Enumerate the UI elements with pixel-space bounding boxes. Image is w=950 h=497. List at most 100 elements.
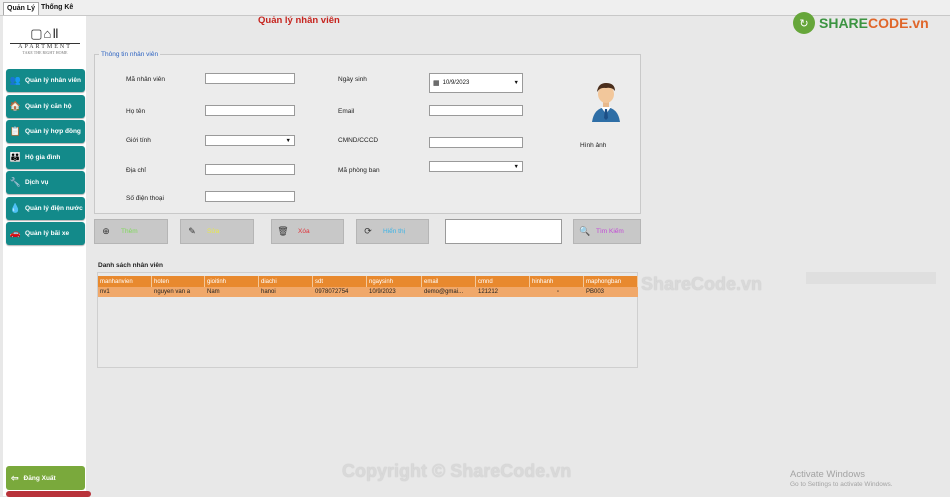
email-input[interactable] (429, 105, 523, 116)
sidebar-item-hop-dong[interactable]: 📋 Quản lý hợp đồng (6, 120, 85, 143)
date-value: 10/9/2023 (442, 80, 470, 86)
sidebar-item-label: Dịch vụ (25, 179, 49, 186)
sidebar-item-label: Quản lý căn hộ (25, 103, 72, 110)
sidebar-item-label: Quản lý bãi xe (25, 230, 70, 237)
label-hinh-anh: Hình ảnh (580, 142, 607, 149)
hien-thi-label: Hiển thị (383, 228, 406, 235)
sidebar-item-dien-nuoc[interactable]: 💧 Quản lý điện nước (6, 197, 85, 220)
house-icon: 🏠 (9, 101, 22, 111)
faded-element (806, 272, 936, 284)
them-label: Thêm (121, 228, 138, 235)
sidebar-item-label: Hộ gia đình (25, 154, 61, 161)
secondary-button-edge[interactable] (6, 491, 91, 497)
tab-thong-ke[interactable]: Thống Kê (38, 2, 76, 15)
column-header[interactable]: maphongban (584, 276, 638, 287)
copyright-watermark: Copyright © ShareCode.vn (342, 461, 572, 481)
service-icon: 🔧 (9, 177, 22, 187)
edit-icon: ✎ (188, 226, 196, 236)
ma-nhan-vien-input[interactable] (205, 73, 295, 84)
ngay-sinh-datepicker[interactable]: ▦ 10/9/2023 ▼ (429, 73, 523, 93)
chevron-down-icon: ▼ (513, 80, 519, 86)
column-header[interactable]: ngaysinh (367, 276, 422, 287)
column-header[interactable]: email (422, 276, 476, 287)
sidebar-item-ho-gia-dinh[interactable]: 👪 Hộ gia đình (6, 146, 85, 169)
cmnd-input[interactable] (429, 137, 523, 148)
table-cell[interactable]: PB003 (584, 287, 638, 297)
column-header[interactable]: diachi (259, 276, 313, 287)
table-cell[interactable]: nguyen van a (152, 287, 205, 297)
sidebar-item-bai-xe[interactable]: 🚗 Quản lý bãi xe (6, 222, 85, 245)
ho-ten-input[interactable] (205, 105, 295, 116)
sidebar-item-label: Quản lý hợp đồng (25, 128, 81, 135)
logo-sub: TAKE THE RIGHT HOME (22, 50, 68, 55)
dia-chi-input[interactable] (205, 164, 295, 175)
logo-mark: ▢⌂Ⅱ (30, 26, 60, 41)
table-cell[interactable]: 121212 (476, 287, 530, 297)
watermark-text: ShareCode.vn (641, 274, 763, 294)
label-ma-nhan-vien: Mã nhân viên (126, 76, 166, 83)
sidebar-item-dich-vu[interactable]: 🔧 Dịch vụ (6, 171, 85, 194)
label-ngay-sinh: Ngày sinh (338, 76, 367, 83)
trash-icon: 🗑 (277, 226, 289, 236)
sua-button[interactable]: ✎ Sửa (180, 219, 254, 244)
column-header[interactable]: cmnd (476, 276, 530, 287)
column-header[interactable]: hinhanh (530, 276, 584, 287)
ma-phong-ban-select[interactable]: ▼ (429, 161, 523, 172)
tim-kiem-button[interactable]: 🔍 Tìm Kiếm (573, 219, 641, 244)
family-icon: 👪 (9, 152, 22, 162)
activate-windows-title: Activate Windows (790, 469, 865, 480)
table-cell[interactable]: 0978072754 (313, 287, 367, 297)
refresh-icon: ⟳ (364, 226, 372, 236)
table-cell[interactable]: hanoi (259, 287, 313, 297)
so-dien-thoai-input[interactable] (205, 191, 295, 202)
table-cell[interactable]: 10/9/2023 (367, 287, 422, 297)
brand-part-a: SHARE (819, 15, 869, 31)
contract-icon: 📋 (9, 126, 22, 136)
tab-quan-ly[interactable]: Quản Lý (3, 2, 40, 15)
tim-kiem-label: Tìm Kiếm (596, 228, 624, 235)
label-so-dien-thoai: Số điện thoại (126, 195, 164, 202)
group-title: Thông tin nhân viên (99, 51, 161, 58)
label-ho-ten: Họ tên (126, 108, 146, 115)
column-header[interactable]: gioitinh (205, 276, 259, 287)
calendar-icon: ▦ (433, 80, 440, 87)
logout-icon: ⇦ (11, 472, 19, 483)
activate-windows-subtitle: Go to Settings to activate Windows. (790, 481, 893, 488)
chevron-down-icon: ▼ (513, 163, 519, 170)
brand-part-b: CODE.vn (868, 15, 929, 31)
them-button[interactable]: ⊕ Thêm (94, 219, 168, 244)
table-cell[interactable]: Nam (205, 287, 259, 297)
search-input[interactable] (445, 219, 562, 244)
apartment-logo: ▢⌂Ⅱ APARTMENT TAKE THE RIGHT HOME (10, 26, 80, 62)
label-gioi-tinh: Giới tính (126, 137, 151, 144)
table-cell-image[interactable]: ▫ (530, 287, 584, 297)
sidebar-item-label: Quản lý nhân viên (25, 77, 81, 84)
add-icon: ⊕ (102, 226, 110, 236)
table-cell[interactable]: demo@gmai... (422, 287, 476, 297)
xoa-button[interactable]: 🗑 Xóa (271, 219, 344, 244)
table-cell[interactable]: nv1 (98, 287, 152, 297)
xoa-label: Xóa (298, 228, 310, 235)
page-title: Quản lý nhân viên (258, 15, 340, 26)
column-header[interactable]: manhanvien (98, 276, 152, 287)
label-ma-phong-ban: Mã phòng ban (338, 167, 380, 174)
sua-label: Sửa (207, 228, 220, 235)
sidebar-item-label: Quản lý điện nước (25, 205, 83, 212)
sidebar-item-can-ho[interactable]: 🏠 Quản lý căn hộ (6, 95, 85, 118)
employee-avatar[interactable] (586, 78, 626, 122)
logout-button[interactable]: ⇦ Đăng Xuất (6, 466, 85, 490)
column-header[interactable]: hoten (152, 276, 205, 287)
parking-icon: 🚗 (9, 228, 22, 238)
person-icon (592, 83, 620, 122)
sharecode-logo: ↻ SHARE CODE.vn (793, 12, 929, 34)
label-cmnd: CMND/CCCD (338, 137, 379, 144)
employee-info-group (94, 54, 641, 214)
column-header[interactable]: sdt (313, 276, 367, 287)
chevron-down-icon: ▼ (285, 137, 291, 144)
logout-label: Đăng Xuất (23, 474, 56, 482)
sidebar-item-nhan-vien[interactable]: 👥 Quản lý nhân viên (6, 69, 85, 92)
gioi-tinh-select[interactable]: ▼ (205, 135, 295, 146)
hien-thi-button[interactable]: ⟳ Hiển thị (356, 219, 429, 244)
sharecode-logo-icon: ↻ (793, 12, 815, 34)
search-icon: 🔍 (579, 226, 591, 236)
